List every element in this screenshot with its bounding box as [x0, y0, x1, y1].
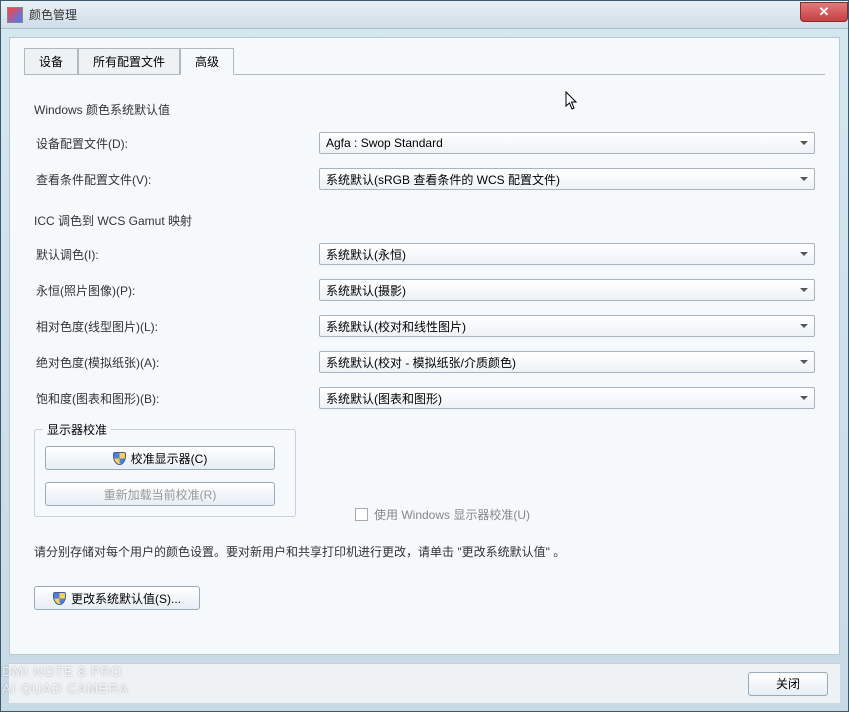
row-absolute: 绝对色度(模拟纸张)(A): 系统默认(校对 - 模拟纸张/介质颜色) [34, 351, 815, 373]
row-default-intent: 默认调色(I): 系统默认(永恒) [34, 243, 815, 265]
watermark-line1: DMI NOTE 8 PRO [2, 664, 129, 681]
combo-perceptual[interactable]: 系统默认(摄影) [319, 279, 815, 301]
label-saturation: 饱和度(图表和图形)(B): [34, 390, 319, 407]
combo-absolute-value: 系统默认(校对 - 模拟纸张/介质颜色) [326, 354, 516, 371]
combo-viewing-profile[interactable]: 系统默认(sRGB 查看条件的 WCS 配置文件) [319, 168, 815, 190]
tab-profiles[interactable]: 所有配置文件 [78, 48, 180, 74]
label-viewing-profile: 查看条件配置文件(V): [34, 171, 319, 188]
combo-absolute[interactable]: 系统默认(校对 - 模拟纸张/介质颜色) [319, 351, 815, 373]
use-windows-calibration-label: 使用 Windows 显示器校准(U) [374, 506, 530, 523]
color-management-window: 颜色管理 ✕ 设备 所有配置文件 高级 Windows 颜色系统默认值 设备配置… [0, 0, 849, 712]
use-windows-calibration-row[interactable]: 使用 Windows 显示器校准(U) [355, 506, 530, 523]
row-perceptual: 永恒(照片图像)(P): 系统默认(摄影) [34, 279, 815, 301]
combo-default-intent[interactable]: 系统默认(永恒) [319, 243, 815, 265]
row-relative: 相对色度(线型图片)(L): 系统默认(校对和线性图片) [34, 315, 815, 337]
close-icon[interactable]: ✕ [800, 2, 848, 22]
change-system-defaults-label: 更改系统默认值(S)... [71, 590, 181, 607]
combo-relative-value: 系统默认(校对和线性图片) [326, 318, 466, 335]
window-title: 颜色管理 [29, 6, 77, 23]
use-windows-calibration-checkbox[interactable] [355, 508, 368, 521]
combo-default-intent-value: 系统默认(永恒) [326, 246, 406, 263]
calibrate-display-button[interactable]: 校准显示器(C) [45, 446, 275, 470]
tab-advanced[interactable]: 高级 [180, 48, 234, 75]
label-perceptual: 永恒(照片图像)(P): [34, 282, 319, 299]
label-relative: 相对色度(线型图片)(L): [34, 318, 319, 335]
combo-relative[interactable]: 系统默认(校对和线性图片) [319, 315, 815, 337]
combo-perceptual-value: 系统默认(摄影) [326, 282, 406, 299]
row-viewing-profile: 查看条件配置文件(V): 系统默认(sRGB 查看条件的 WCS 配置文件) [34, 168, 815, 190]
change-system-defaults-button[interactable]: 更改系统默认值(S)... [34, 586, 200, 610]
combo-saturation[interactable]: 系统默认(图表和图形) [319, 387, 815, 409]
combo-saturation-value: 系统默认(图表和图形) [326, 390, 442, 407]
label-device-profile: 设备配置文件(D): [34, 135, 319, 152]
footer-note: 请分别存储对每个用户的颜色设置。要对新用户和共享打印机进行更改，请单击 "更改系… [34, 543, 815, 560]
reload-calibration-label: 重新加载当前校准(R) [104, 486, 217, 503]
reload-calibration-button[interactable]: 重新加载当前校准(R) [45, 482, 275, 506]
section-windows-defaults: Windows 颜色系统默认值 [34, 101, 815, 118]
label-absolute: 绝对色度(模拟纸张)(A): [34, 354, 319, 371]
shield-icon [113, 452, 126, 465]
close-button[interactable]: 关闭 [748, 672, 828, 696]
tab-content: Windows 颜色系统默认值 设备配置文件(D): Agfa : Swop S… [24, 75, 825, 644]
camera-watermark: DMI NOTE 8 PRO AI QUAD CAMERA [2, 664, 129, 698]
cursor-icon [565, 91, 579, 111]
section-icc-mapping: ICC 调色到 WCS Gamut 映射 [34, 212, 815, 229]
combo-device-profile[interactable]: Agfa : Swop Standard [319, 132, 815, 154]
row-device-profile: 设备配置文件(D): Agfa : Swop Standard [34, 132, 815, 154]
close-button-label: 关闭 [776, 675, 800, 692]
label-default-intent: 默认调色(I): [34, 246, 319, 263]
combo-viewing-profile-value: 系统默认(sRGB 查看条件的 WCS 配置文件) [326, 171, 560, 188]
watermark-line2: AI QUAD CAMERA [2, 681, 129, 698]
client-area: 设备 所有配置文件 高级 Windows 颜色系统默认值 设备配置文件(D): … [9, 37, 840, 655]
calibrate-display-label: 校准显示器(C) [131, 450, 208, 467]
fieldset-display-calibration: 显示器校准 校准显示器(C) 重新加载当前校准(R) [34, 429, 296, 517]
titlebar[interactable]: 颜色管理 ✕ [1, 1, 848, 29]
row-saturation: 饱和度(图表和图形)(B): 系统默认(图表和图形) [34, 387, 815, 409]
tab-device[interactable]: 设备 [24, 48, 78, 74]
bottom-bar: 关闭 [9, 663, 840, 703]
combo-device-profile-value: Agfa : Swop Standard [326, 136, 443, 150]
app-icon [7, 7, 23, 23]
legend-display-calibration: 显示器校准 [43, 421, 111, 438]
tab-strip: 设备 所有配置文件 高级 [24, 48, 825, 75]
shield-icon [53, 592, 66, 605]
